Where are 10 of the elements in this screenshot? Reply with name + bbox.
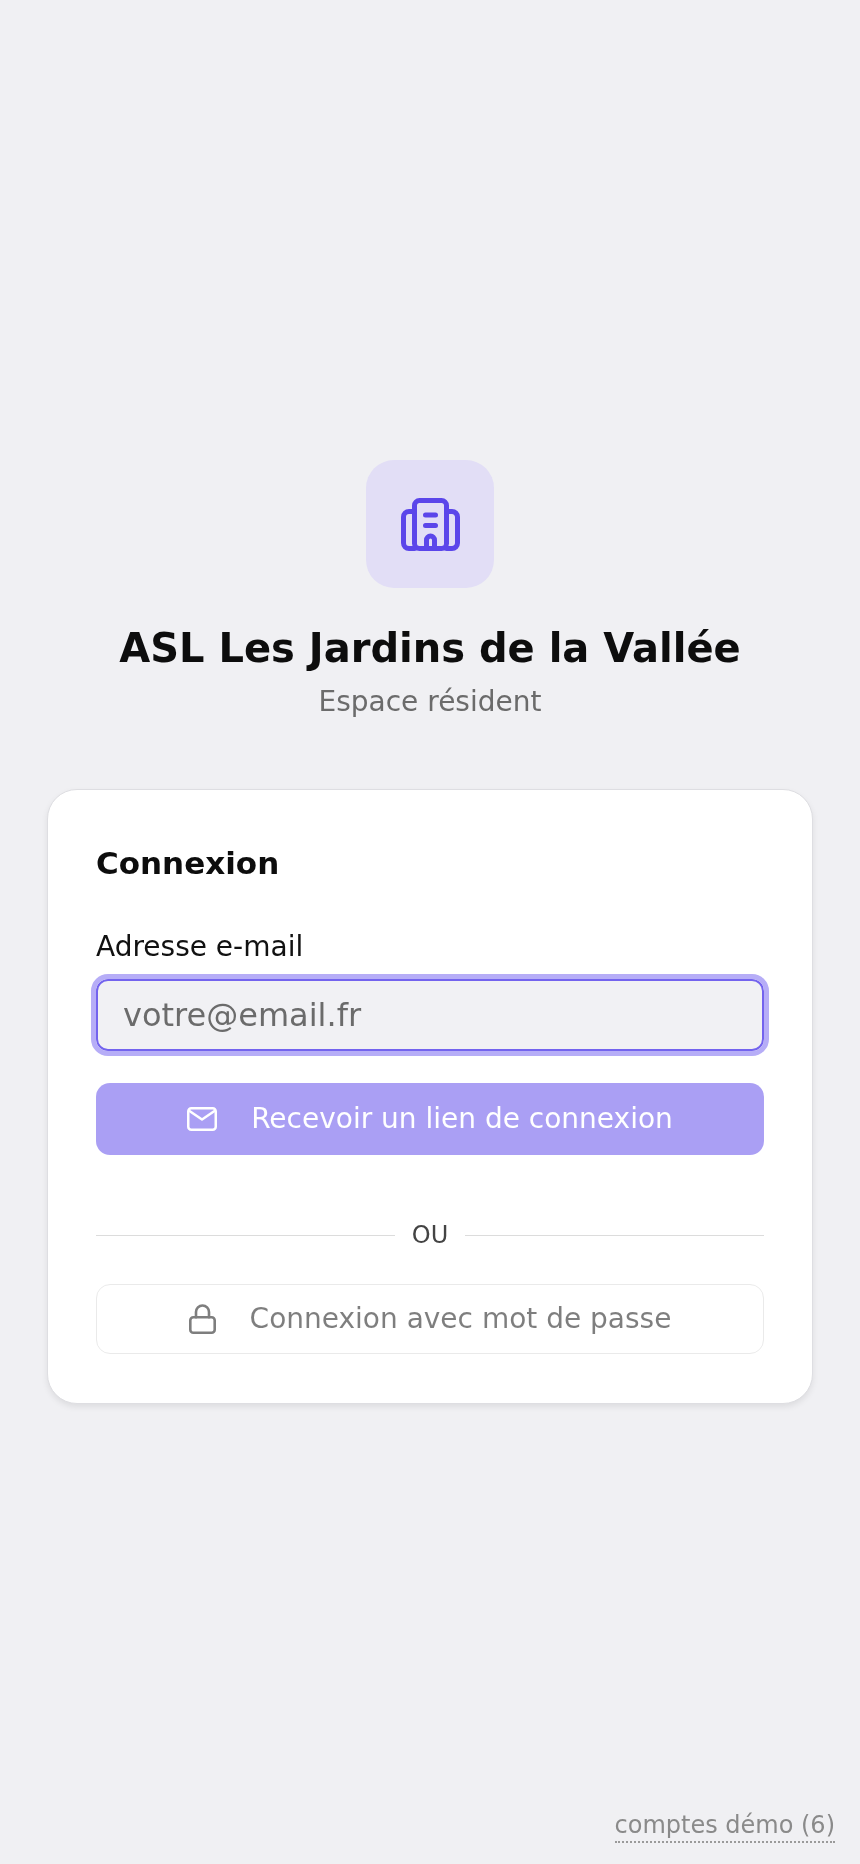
card-title: Connexion bbox=[96, 844, 280, 884]
building-icon bbox=[366, 460, 494, 589]
app-subtitle: Espace résident bbox=[318, 684, 542, 721]
email-label: Adresse e-mail bbox=[96, 929, 304, 966]
lock-icon bbox=[188, 1303, 216, 1334]
app-title: ASL Les Jardins de la Vallée bbox=[119, 624, 741, 673]
demo-accounts-link[interactable]: comptes démo (6) bbox=[614, 1809, 835, 1843]
separator-label: OU bbox=[411, 1220, 449, 1252]
envelope-icon bbox=[187, 1107, 218, 1132]
email-field[interactable]: votre@email.fr bbox=[91, 973, 769, 1056]
